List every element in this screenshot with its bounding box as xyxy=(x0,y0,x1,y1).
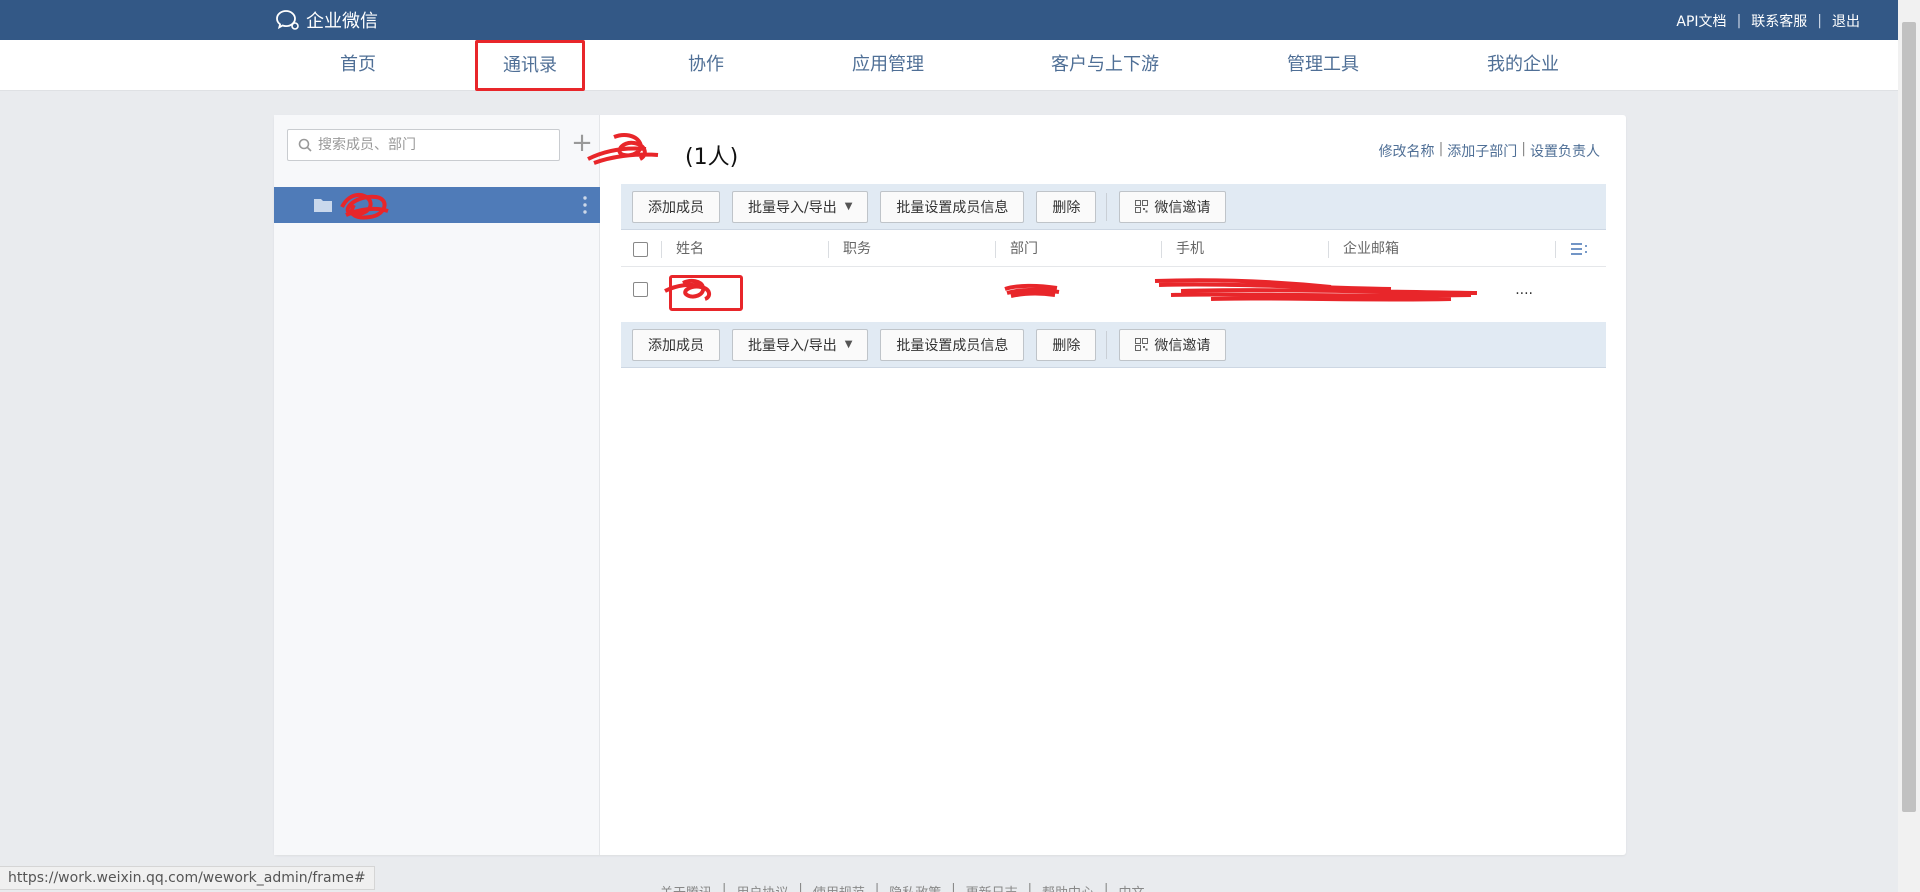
wechat-invite-button[interactable]: 微信邀请 xyxy=(1119,328,1227,361)
redaction-scribble xyxy=(1004,283,1060,298)
logout-link[interactable]: 退出 xyxy=(1832,11,1860,31)
batch-import-export-dropdown[interactable]: 批量导入/导出 ▼ xyxy=(732,190,869,223)
nav-customers-partners[interactable]: 客户与上下游 xyxy=(1045,40,1165,90)
department-tree-item[interactable] xyxy=(274,187,600,223)
nav-home[interactable]: 首页 xyxy=(318,40,398,90)
nav-my-enterprise[interactable]: 我的企业 xyxy=(1473,40,1573,90)
footer-link[interactable]: 更新日志 xyxy=(966,882,1018,892)
member-table-header: 姓名 职务 部门 手机 企业邮箱 xyxy=(621,232,1606,267)
batch-set-member-info-button[interactable]: 批量设置成员信息 xyxy=(880,328,1025,361)
footer-link[interactable]: 用户协议 xyxy=(736,882,788,892)
separator: | xyxy=(722,882,727,892)
wechat-invite-label: 微信邀请 xyxy=(1154,337,1211,354)
column-header-email[interactable]: 企业邮箱 xyxy=(1343,232,1399,267)
search-icon xyxy=(298,138,312,152)
folder-icon xyxy=(314,199,332,212)
chevron-down-icon: ▼ xyxy=(844,201,853,212)
column-header-name[interactable]: 姓名 xyxy=(676,232,704,267)
add-subdepartment-link[interactable]: 添加子部门 xyxy=(1447,141,1517,161)
footer-language-link[interactable]: 中文 xyxy=(1118,882,1144,892)
column-separator xyxy=(995,241,996,258)
main-nav: 首页 通讯录 协作 应用管理 客户与上下游 管理工具 我的企业 xyxy=(0,40,1898,91)
redaction-scribble xyxy=(1154,278,1478,302)
separator: | xyxy=(1521,141,1526,157)
footer-link[interactable]: 帮助中心 xyxy=(1042,882,1094,892)
column-header-title[interactable]: 职务 xyxy=(843,232,871,267)
footer-link[interactable]: 隐私政策 xyxy=(889,882,941,892)
brand-logo[interactable]: 企业微信 xyxy=(274,8,378,32)
page-scrollbar[interactable] xyxy=(1898,0,1920,892)
browser-status-bar: https://work.weixin.qq.com/wework_admin/… xyxy=(0,866,375,890)
member-search[interactable] xyxy=(287,129,560,161)
row-checkbox[interactable] xyxy=(633,282,648,297)
redaction-scribble xyxy=(587,133,659,165)
column-separator xyxy=(1161,241,1162,258)
separator: | xyxy=(1736,13,1742,29)
footer-link[interactable]: 使用规范 xyxy=(813,882,865,892)
wecom-logo-icon xyxy=(276,10,299,30)
table-row[interactable]: .... xyxy=(621,267,1606,313)
qr-code-icon xyxy=(1135,338,1149,351)
separator: | xyxy=(874,882,880,892)
column-separator xyxy=(661,241,662,258)
redaction-scribble xyxy=(340,193,389,220)
separator: | xyxy=(1438,141,1444,157)
delete-button[interactable]: 删除 xyxy=(1036,328,1097,361)
footer-link[interactable]: 关于腾讯 xyxy=(660,882,712,892)
department-sidebar: + xyxy=(274,115,600,855)
batch-import-export-dropdown[interactable]: 批量导入/导出 ▼ xyxy=(732,328,869,361)
search-input[interactable] xyxy=(318,137,538,153)
rename-department-link[interactable]: 修改名称 xyxy=(1379,141,1435,161)
add-member-button[interactable]: 添加成员 xyxy=(632,328,720,361)
separator: | xyxy=(1104,882,1109,892)
qr-code-icon xyxy=(1135,200,1149,213)
brand-name: 企业微信 xyxy=(306,11,378,32)
column-header-phone[interactable]: 手机 xyxy=(1176,232,1204,267)
nav-contacts[interactable]: 通讯录 xyxy=(475,40,585,91)
separator: | xyxy=(1817,13,1822,29)
separator: | xyxy=(798,882,803,892)
contact-support-link[interactable]: 联系客服 xyxy=(1751,11,1807,31)
toolbar-divider xyxy=(1106,192,1108,221)
department-actions: 修改名称 | 添加子部门 | 设置负责人 xyxy=(1379,141,1600,161)
api-docs-link[interactable]: API文档 xyxy=(1676,11,1726,31)
wechat-invite-label: 微信邀请 xyxy=(1154,199,1211,216)
nav-collaboration[interactable]: 协作 xyxy=(666,40,746,90)
delete-button[interactable]: 删除 xyxy=(1036,190,1097,223)
select-all-checkbox[interactable] xyxy=(633,242,648,257)
nav-management-tools[interactable]: 管理工具 xyxy=(1273,40,1373,90)
nav-app-management[interactable]: 应用管理 xyxy=(838,40,938,90)
member-count: (1人) xyxy=(685,145,739,170)
redaction-scribble xyxy=(664,278,712,301)
batch-import-export-label: 批量导入/导出 xyxy=(748,337,837,354)
toolbar-divider xyxy=(1106,330,1108,359)
batch-set-member-info-button[interactable]: 批量设置成员信息 xyxy=(880,190,1025,223)
member-toolbar-bottom: 添加成员 批量导入/导出 ▼ 批量设置成员信息 删除 微信邀请 xyxy=(621,322,1606,368)
add-member-button[interactable]: 添加成员 xyxy=(632,190,720,223)
contacts-panel: + (1人) 修改名称 | 添加子部门 | 设置负责人 添加成员 批量导入 xyxy=(274,115,1626,855)
column-separator xyxy=(828,241,829,258)
scrollbar-thumb[interactable] xyxy=(1902,22,1916,812)
member-toolbar-top: 添加成员 批量导入/导出 ▼ 批量设置成员信息 删除 微信邀请 xyxy=(621,184,1606,230)
top-bar: 企业微信 API文档 | 联系客服 | 退出 xyxy=(0,0,1898,40)
footer-links: 关于腾讯 | 用户协议 | 使用规范 | 隐私政策 | 更新日志 | 帮助中心 | 中文 xyxy=(660,882,1144,892)
separator: | xyxy=(1027,882,1033,892)
column-settings-icon[interactable] xyxy=(1570,242,1588,256)
wechat-invite-button[interactable]: 微信邀请 xyxy=(1119,190,1227,223)
top-links: API文档 | 联系客服 | 退出 xyxy=(1676,11,1860,31)
column-separator xyxy=(1328,241,1329,258)
more-options-icon[interactable] xyxy=(582,195,588,215)
column-separator xyxy=(1555,241,1556,258)
chevron-down-icon: ▼ xyxy=(844,339,853,350)
separator: | xyxy=(951,882,956,892)
batch-import-export-label: 批量导入/导出 xyxy=(748,199,837,216)
set-manager-link[interactable]: 设置负责人 xyxy=(1530,141,1600,161)
column-header-department[interactable]: 部门 xyxy=(1010,232,1038,267)
